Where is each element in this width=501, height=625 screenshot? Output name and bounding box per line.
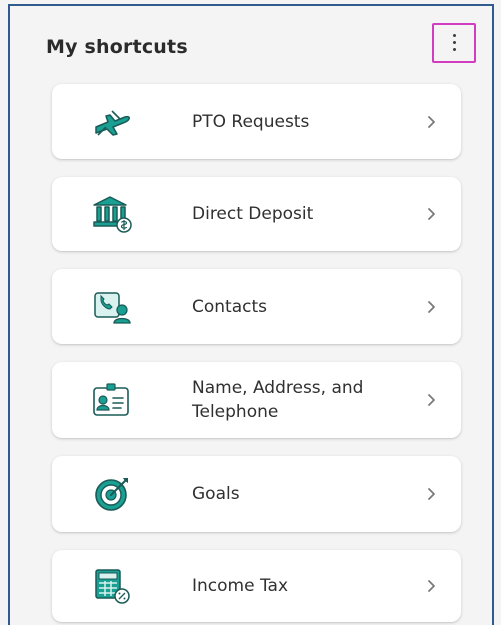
shortcut-direct-deposit[interactable]: Direct Deposit [52,177,461,251]
id-card-icon [93,383,129,416]
vertical-ellipsis-icon [453,34,457,54]
shortcut-income-tax[interactable]: Income Tax [52,550,461,622]
chevron-right-icon [428,394,435,406]
chevron-right-icon [428,115,435,128]
shortcut-label: PTO Requests [192,111,310,132]
shortcuts-panel: My shortcuts PTO Requests Direct Deposit… [8,4,494,625]
shortcut-label: Goals [192,484,240,504]
shortcut-label: Contacts [192,296,267,317]
shortcut-label: Direct Deposit [192,204,314,224]
chevron-right-icon [428,488,435,500]
shortcut-pto-requests[interactable]: PTO Requests [52,84,461,159]
calculator-icon [95,569,130,604]
target-icon [95,478,128,511]
contacts-icon [94,291,131,324]
shortcut-label: Income Tax [192,576,289,596]
chevron-right-icon [428,300,435,313]
page-title: My shortcuts [46,36,188,58]
shortcut-goals[interactable]: Goals [52,456,461,532]
shortcut-contacts[interactable]: Contacts [52,269,461,344]
shortcut-label: Name, Address, and Telephone [192,378,364,422]
more-options-button[interactable] [432,23,476,63]
shortcut-name-address-telephone[interactable]: Name, Address, and Telephone [52,362,461,438]
chevron-right-icon [428,580,435,592]
airplane-icon [95,109,130,136]
chevron-right-icon [428,208,435,220]
bank-icon [93,196,132,233]
